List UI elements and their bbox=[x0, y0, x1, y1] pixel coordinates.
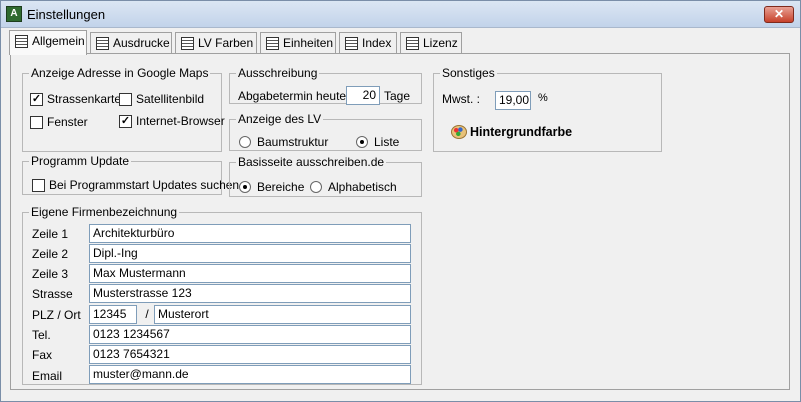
tab-einheiten[interactable]: Einheiten bbox=[260, 32, 336, 54]
tab-icon bbox=[181, 37, 194, 50]
tab-icon bbox=[96, 37, 109, 50]
email-input[interactable]: muster@mann.de bbox=[89, 365, 411, 384]
plz-ort-separator: / bbox=[145, 307, 149, 321]
tab-label: Ausdrucke bbox=[113, 36, 170, 50]
internet-browser-checkbox[interactable]: ✓ bbox=[119, 115, 132, 128]
tab-label: Index bbox=[362, 36, 392, 50]
deadline-label: Abgabetermin heute + bbox=[238, 89, 357, 103]
company-name-group: Eigene Firmenbezeichnung Zeile 1 Archite… bbox=[22, 205, 422, 385]
title-bar[interactable]: A Einstellungen ✕ bbox=[1, 1, 800, 28]
fenster-label: Fenster bbox=[47, 115, 88, 129]
tab-icon bbox=[15, 35, 28, 48]
basisseite-legend: Basisseite ausschreiben.de bbox=[238, 155, 385, 169]
tab-icon bbox=[345, 37, 358, 50]
strasse-input[interactable]: Musterstrasse 123 bbox=[89, 284, 411, 303]
liste-label: Liste bbox=[374, 135, 400, 149]
program-update-legend: Programm Update bbox=[31, 154, 130, 168]
google-maps-legend: Anzeige Adresse in Google Maps bbox=[31, 66, 209, 80]
tab-label: Lizenz bbox=[423, 36, 458, 50]
settings-window: A Einstellungen ✕ Allgemein Ausdrucke LV… bbox=[0, 0, 801, 402]
google-maps-group: Anzeige Adresse in Google Maps ✓ Strasse… bbox=[22, 66, 225, 152]
mwst-unit-label: % bbox=[538, 92, 548, 104]
days-unit-label: Tage bbox=[384, 89, 411, 103]
basisseite-group: Basisseite ausschreiben.de Bereiche Alph… bbox=[229, 155, 422, 197]
lv-display-group: Anzeige des LV Baumstruktur Liste bbox=[229, 112, 422, 151]
startup-update-checkbox[interactable] bbox=[32, 179, 45, 192]
ausschreibung-group: Ausschreibung Abgabetermin heute + 20 Ta… bbox=[229, 66, 422, 105]
tab-panel-allgemein: Anzeige Adresse in Google Maps ✓ Strasse… bbox=[10, 53, 790, 390]
sonstiges-group: Sonstiges Mwst. : 19,00 % Hintergrundfar… bbox=[433, 66, 662, 152]
plz-ort-label: PLZ / Ort bbox=[32, 308, 81, 322]
internet-browser-label: Internet-Browser bbox=[136, 114, 225, 128]
liste-radio[interactable] bbox=[356, 136, 368, 148]
strassenkarte-checkbox[interactable]: ✓ bbox=[30, 93, 43, 106]
zeile1-label: Zeile 1 bbox=[32, 227, 69, 241]
tab-lv-farben[interactable]: LV Farben bbox=[175, 32, 257, 54]
zeile2-input[interactable]: Dipl.-Ing bbox=[89, 244, 411, 263]
background-color-label: Hintergrundfarbe bbox=[470, 125, 573, 139]
program-update-group: Programm Update Bei Programmstart Update… bbox=[22, 154, 239, 195]
zeile2-label: Zeile 2 bbox=[32, 247, 69, 261]
tab-index[interactable]: Index bbox=[339, 32, 397, 54]
deadline-days-input[interactable]: 20 bbox=[346, 86, 380, 105]
sonstiges-legend: Sonstiges bbox=[442, 66, 495, 80]
startup-update-label: Bei Programmstart Updates suchen bbox=[49, 178, 240, 192]
tab-allgemein[interactable]: Allgemein bbox=[9, 30, 87, 55]
palette-icon bbox=[451, 125, 467, 139]
zeile3-label: Zeile 3 bbox=[32, 267, 69, 281]
strasse-label: Strasse bbox=[32, 287, 73, 301]
bereiche-radio[interactable] bbox=[239, 181, 251, 193]
plz-input[interactable]: 12345 bbox=[89, 305, 137, 324]
company-name-legend: Eigene Firmenbezeichnung bbox=[31, 205, 178, 219]
lv-display-legend: Anzeige des LV bbox=[238, 112, 322, 126]
ort-input[interactable]: Musterort bbox=[154, 305, 411, 324]
fenster-checkbox[interactable] bbox=[30, 116, 43, 129]
background-color-button[interactable]: Hintergrundfarbe bbox=[451, 124, 591, 142]
zeile1-input[interactable]: Architekturbüro bbox=[89, 224, 411, 243]
mwst-input[interactable]: 19,00 bbox=[495, 91, 531, 110]
satellitenbild-label: Satellitenbild bbox=[136, 92, 205, 106]
fax-label: Fax bbox=[32, 348, 53, 362]
satellitenbild-checkbox[interactable] bbox=[119, 93, 132, 106]
tab-icon bbox=[266, 37, 279, 50]
zeile3-input[interactable]: Max Mustermann bbox=[89, 264, 411, 283]
tab-lizenz[interactable]: Lizenz bbox=[400, 32, 462, 54]
tab-ausdrucke[interactable]: Ausdrucke bbox=[90, 32, 172, 54]
fax-input[interactable]: 0123 7654321 bbox=[89, 345, 411, 364]
email-label: Email bbox=[32, 369, 63, 383]
close-button[interactable]: ✕ bbox=[764, 6, 794, 23]
window-title: Einstellungen bbox=[27, 7, 106, 22]
tab-icon bbox=[406, 37, 419, 50]
bereiche-label: Bereiche bbox=[257, 180, 305, 194]
tab-label: Allgemein bbox=[32, 34, 85, 48]
baumstruktur-radio[interactable] bbox=[239, 136, 251, 148]
strassenkarte-label: Strassenkarte bbox=[47, 92, 122, 106]
alphabetisch-label: Alphabetisch bbox=[328, 180, 397, 194]
tel-input[interactable]: 0123 1234567 bbox=[89, 325, 411, 344]
alphabetisch-radio[interactable] bbox=[310, 181, 322, 193]
tab-label: LV Farben bbox=[198, 36, 254, 50]
ausschreibung-legend: Ausschreibung bbox=[238, 66, 318, 80]
tab-label: Einheiten bbox=[283, 36, 334, 50]
mwst-label: Mwst. : bbox=[442, 92, 480, 106]
app-icon: A bbox=[6, 6, 22, 22]
baumstruktur-label: Baumstruktur bbox=[257, 135, 329, 149]
tel-label: Tel. bbox=[32, 328, 51, 342]
